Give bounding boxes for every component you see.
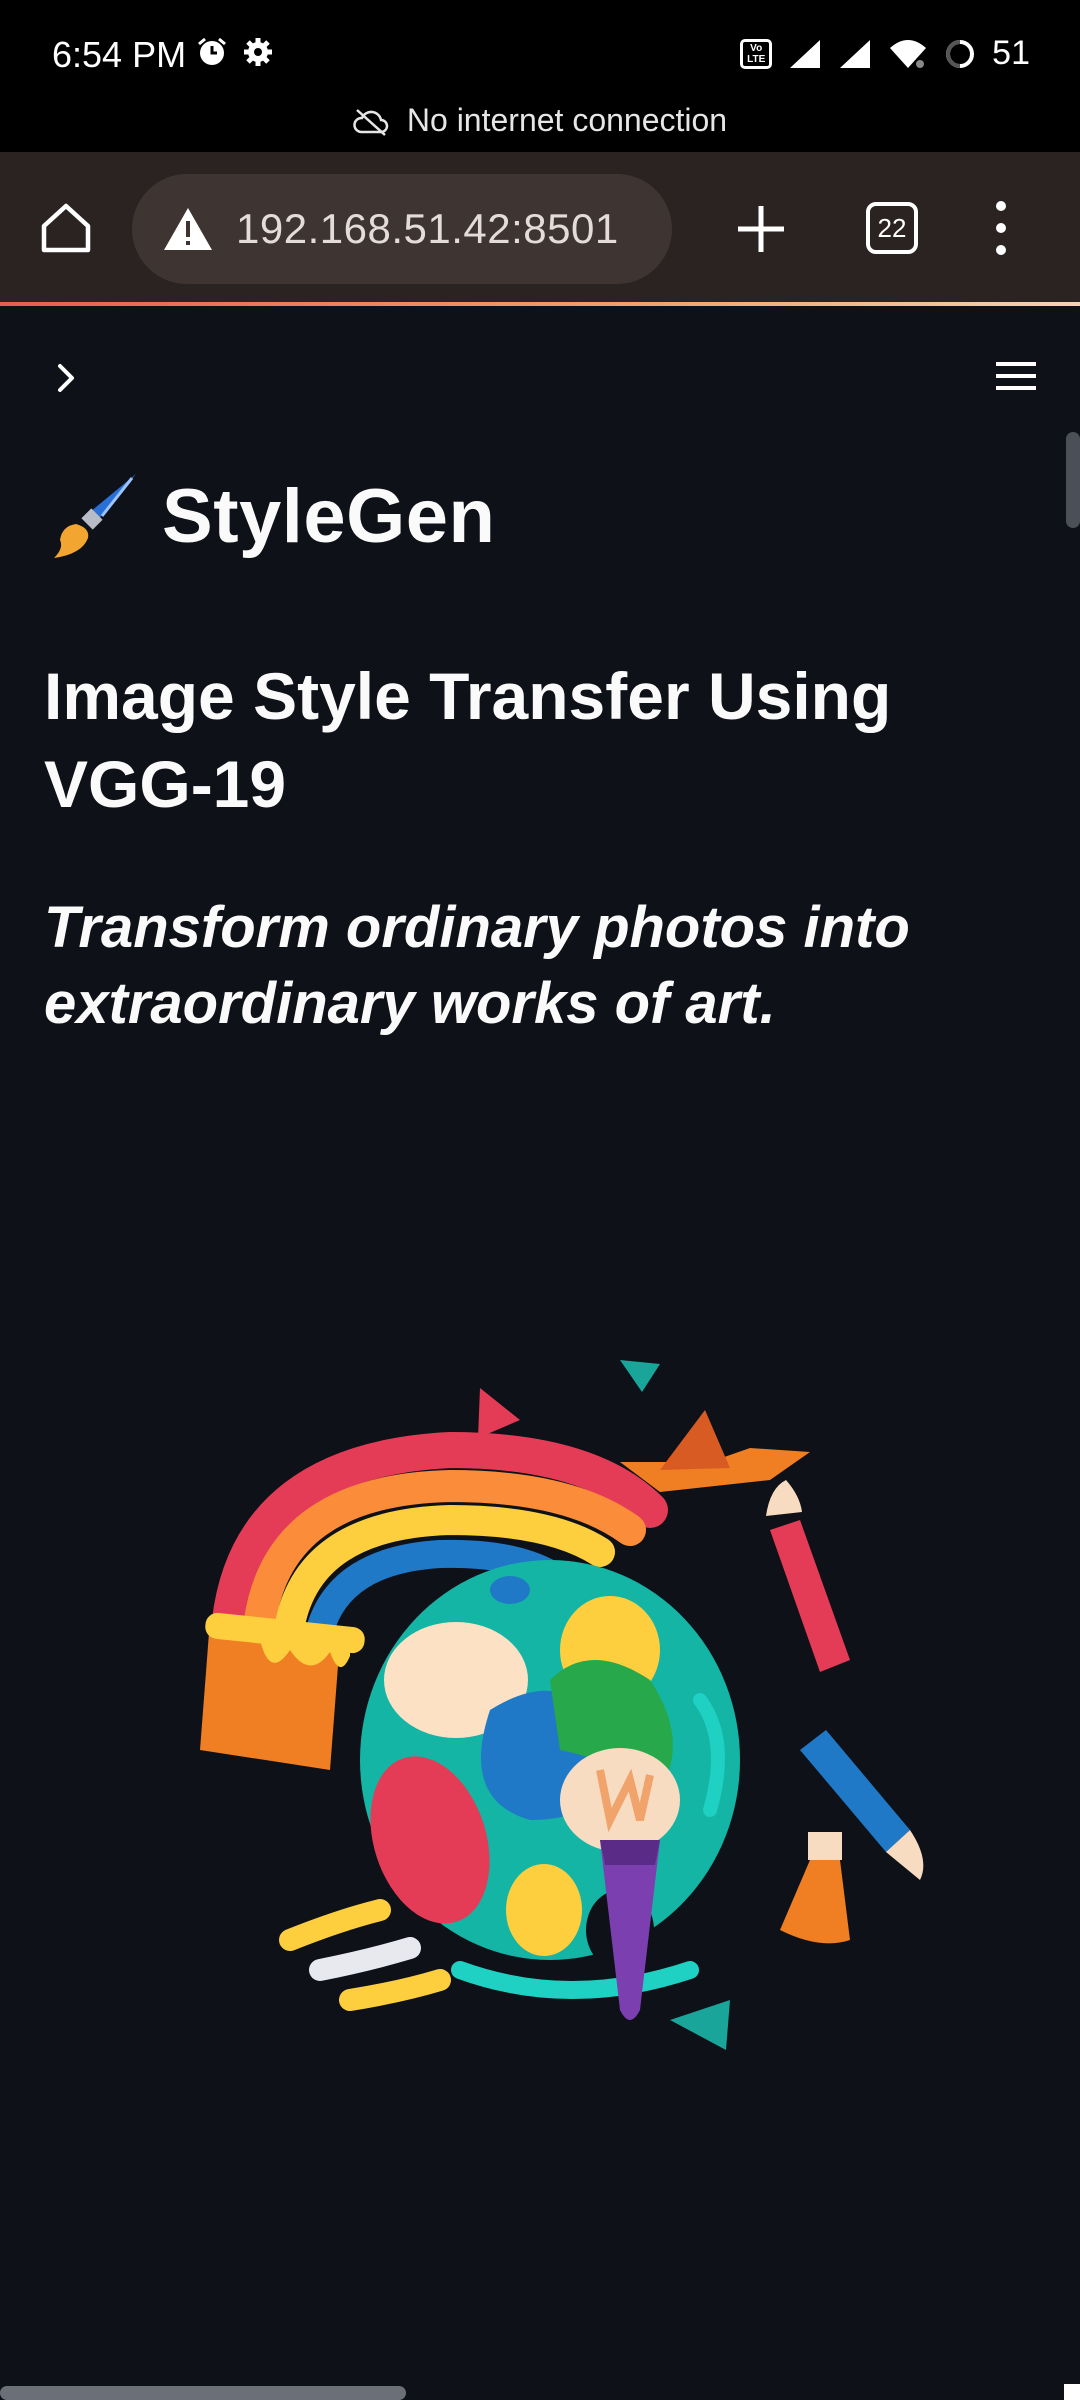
tabs-icon[interactable]: 22	[866, 202, 918, 254]
tab-count: 22	[877, 213, 907, 243]
volte-label-top: Vo	[750, 42, 763, 54]
more-icon[interactable]	[990, 198, 1012, 258]
signal-icon	[790, 39, 821, 68]
signal-icon	[840, 39, 871, 68]
status-right-icons: Vo LTE 51	[740, 34, 1030, 73]
volte-icon: Vo LTE	[740, 38, 773, 69]
page-load-accent-line	[0, 302, 1080, 306]
network-banner-text: No internet connection	[406, 102, 728, 138]
page-subtitle: Image Style Transfer Using VGG-19	[44, 659, 892, 821]
cloud-off-icon	[353, 109, 389, 136]
vertical-scrollbar[interactable]	[1066, 432, 1080, 528]
paintbrush-icon	[54, 474, 136, 558]
volte-label-bottom: LTE	[747, 53, 766, 65]
status-bar: 6:54 PM Vo LTE 51 No internet connection	[0, 0, 1080, 152]
alarm-icon	[198, 37, 226, 65]
status-left-icons	[196, 36, 274, 68]
page-title: StyleGen	[46, 468, 495, 564]
scroll-corner	[1064, 2384, 1080, 2400]
plus-icon[interactable]	[734, 196, 788, 262]
settings-icon	[244, 38, 272, 66]
horizontal-scrollbar[interactable]	[0, 2386, 406, 2400]
hamburger-menu-icon[interactable]	[992, 356, 1040, 396]
page-tagline: Transform ordinary photos into extraordi…	[44, 895, 910, 1036]
address-bar[interactable]: 192.168.51.42:8501	[132, 174, 672, 284]
url-text[interactable]: 192.168.51.42:8501	[236, 205, 619, 253]
network-banner: No internet connection	[0, 102, 1080, 139]
browser-toolbar: 192.168.51.42:8501 22	[0, 152, 1080, 306]
warning-icon[interactable]	[162, 206, 214, 252]
status-time: 6:54 PM	[52, 34, 187, 75]
home-icon[interactable]	[36, 198, 96, 258]
art-palette-illustration	[200, 1360, 924, 2050]
battery-icon	[946, 39, 975, 68]
app-title: StyleGen	[162, 473, 496, 559]
wifi-icon	[890, 39, 927, 68]
chevron-right-icon[interactable]	[48, 358, 88, 398]
battery-level: 51	[992, 34, 1030, 72]
